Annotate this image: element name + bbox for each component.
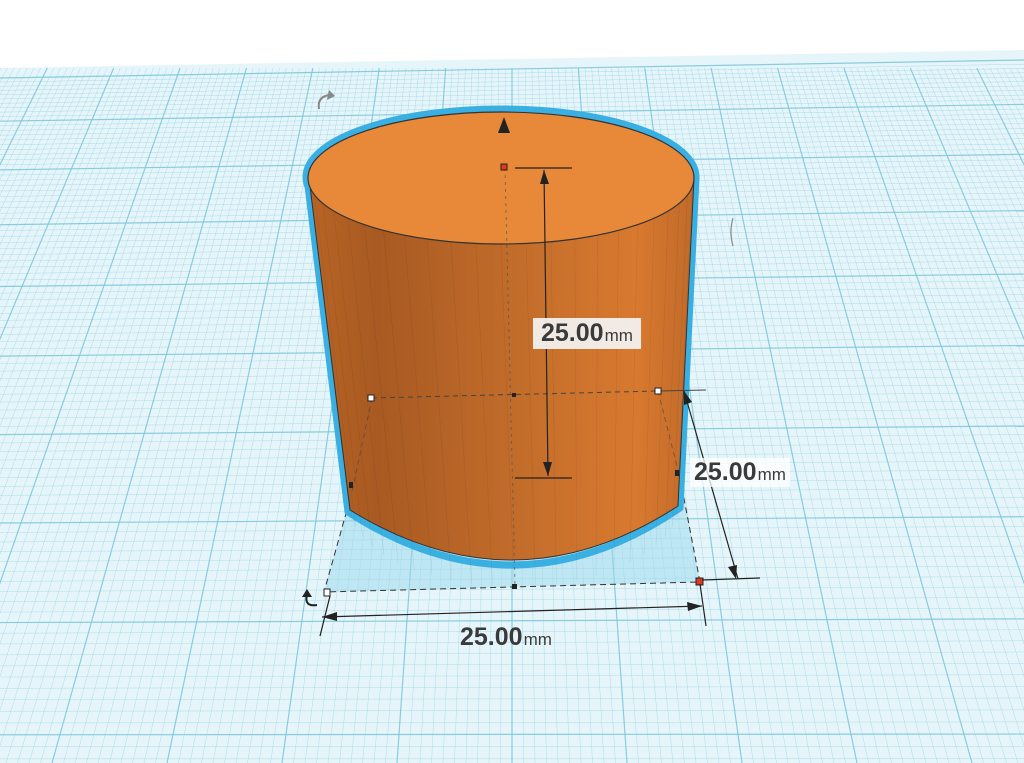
handle-center [512,393,516,397]
handle-corner-back-left[interactable] [323,588,331,597]
width-dimension-label[interactable]: 25.00mm [456,623,556,652]
handle-corner-front-right[interactable] [695,577,704,586]
height-unit: mm [604,326,633,345]
height-dimension-label[interactable]: 25.00mm [533,318,641,349]
handle-right-mid[interactable] [654,387,662,395]
width-unit: mm [523,630,552,649]
depth-dimension-label[interactable]: 25.00mm [690,458,790,487]
handle-left-mid[interactable] [367,394,375,402]
height-value[interactable]: 25.00 [541,319,604,347]
depth-unit: mm [757,465,786,484]
handle-right-bottom[interactable] [675,470,679,476]
handle-top-height[interactable] [500,163,508,171]
width-value[interactable]: 25.00 [460,623,523,651]
depth-value[interactable]: 25.00 [694,458,757,486]
handle-front-bottom[interactable] [512,584,517,589]
handle-left-bottom[interactable] [349,482,353,488]
